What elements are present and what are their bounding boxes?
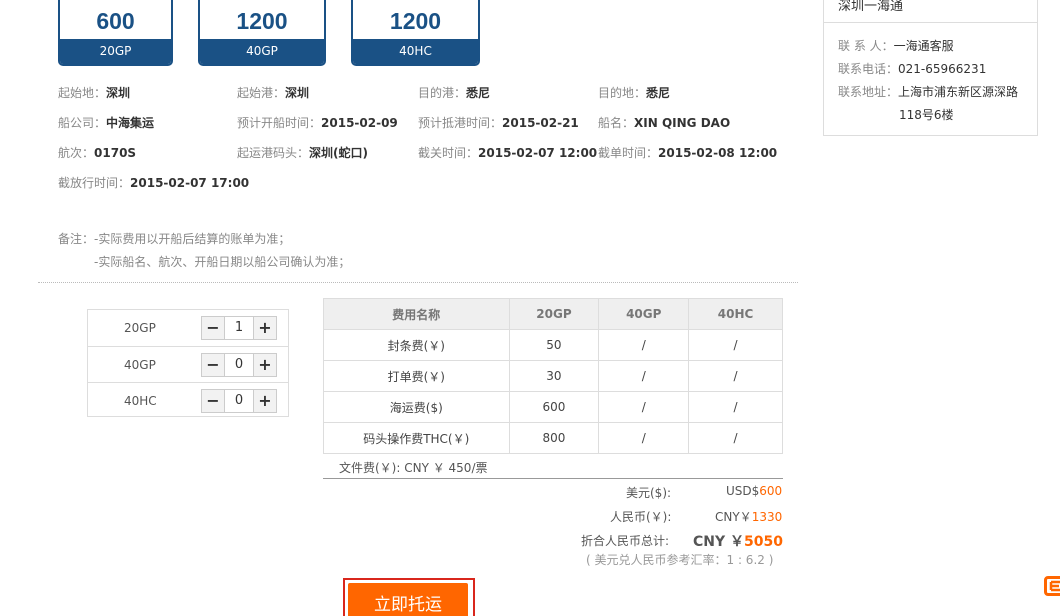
info-si-cutoff: 截单时间：2015-02-08 12:00 bbox=[598, 146, 778, 160]
quantity-row-20gp: 20GP − 1 + bbox=[88, 310, 288, 346]
table-cell: 打单费(￥) bbox=[323, 360, 510, 392]
ship-button-highlight: 立即托运 bbox=[343, 578, 475, 616]
table-cell: 封条费(￥) bbox=[323, 329, 510, 361]
container-type: 20GP bbox=[60, 39, 171, 64]
table-cell: 50 bbox=[508, 329, 600, 361]
info-pod: 目的港：悉尼 bbox=[418, 86, 491, 100]
info-origin: 起始地：深圳 bbox=[58, 86, 131, 100]
quantity-stepper: − 0 + bbox=[201, 389, 277, 413]
quantity-row-40hc: 40HC − 0 + bbox=[88, 382, 288, 418]
table-header-row: 费用名称 20GP 40GP 40HC bbox=[323, 298, 783, 330]
quantity-stepper: − 0 + bbox=[201, 353, 277, 377]
quantity-stepper: − 1 + bbox=[201, 316, 277, 340]
column-header: 40HC bbox=[688, 298, 783, 330]
table-cell: 码头操作费THC(￥) bbox=[323, 422, 510, 454]
info-pol: 起始港：深圳 bbox=[237, 86, 310, 100]
table-cell: / bbox=[598, 422, 690, 454]
contact-title: 深圳一海通 bbox=[824, 0, 1037, 23]
container-type: 40GP bbox=[200, 39, 324, 64]
decrement-button[interactable]: − bbox=[202, 354, 224, 376]
divider bbox=[38, 282, 798, 283]
total-label: 折合人民币总计: bbox=[581, 534, 670, 548]
usd-amount: USD$600 bbox=[726, 484, 783, 498]
info-voyage: 航次：0170S bbox=[58, 146, 137, 160]
contact-address-line2: 118号6楼 bbox=[899, 108, 954, 122]
summary-divider bbox=[323, 478, 783, 479]
table-row: 打单费(￥) 30 / / bbox=[323, 360, 783, 392]
cny-label: 人民币(￥): bbox=[610, 510, 672, 524]
table-cell: / bbox=[688, 329, 783, 361]
increment-button[interactable]: + bbox=[254, 390, 276, 412]
info-release: 截放行时间：2015-02-07 17:00 bbox=[58, 176, 250, 190]
price-card-40hc: 1200 40HC bbox=[351, 0, 480, 66]
info-terminal: 起运港码头：深圳(蛇口) bbox=[237, 146, 368, 160]
info-carrier: 船公司：中海集运 bbox=[58, 116, 155, 130]
table-row: 封条费(￥) 50 / / bbox=[323, 329, 783, 361]
info-etd: 预计开船时间：2015-02-09 bbox=[237, 116, 398, 130]
table-cell: 600 bbox=[508, 391, 600, 423]
table-cell: 800 bbox=[508, 422, 600, 454]
table-cell: 30 bbox=[508, 360, 600, 392]
contact-address: 联系地址：上海市浦东新区源深路 bbox=[838, 85, 1019, 99]
fee-table: 费用名称 20GP 40GP 40HC 封条费(￥) 50 / / 打单费(￥)… bbox=[323, 298, 783, 454]
increment-button[interactable]: + bbox=[254, 354, 276, 376]
table-cell: 海运费($) bbox=[323, 391, 510, 423]
price-value: 1200 bbox=[236, 8, 288, 34]
column-header: 费用名称 bbox=[323, 298, 510, 330]
info-cutoff: 截关时间：2015-02-07 12:00 bbox=[418, 146, 598, 160]
exchange-rate-note: ( 美元兑人民币参考汇率：1 : 6.2 ) bbox=[586, 553, 774, 567]
info-dest: 目的地：悉尼 bbox=[598, 86, 671, 100]
document-fee: 文件费(￥): CNY ￥ 450/票 bbox=[339, 461, 488, 475]
table-cell: / bbox=[688, 391, 783, 423]
quantity-label: 40HC bbox=[124, 394, 157, 408]
note-line-1: 备注：-实际费用以开船后结算的账单为准； bbox=[58, 232, 291, 246]
table-cell: / bbox=[688, 422, 783, 454]
increment-button[interactable]: + bbox=[254, 317, 276, 339]
quantity-row-40gp: 40GP − 0 + bbox=[88, 346, 288, 382]
decrement-button[interactable]: − bbox=[202, 317, 224, 339]
table-row: 海运费($) 600 / / bbox=[323, 391, 783, 423]
container-type: 40HC bbox=[353, 39, 478, 64]
quantity-label: 40GP bbox=[124, 358, 156, 372]
price-card-40gp: 1200 40GP bbox=[198, 0, 326, 66]
quantity-input[interactable]: 0 bbox=[224, 354, 254, 376]
floating-service-icon[interactable] bbox=[1044, 576, 1060, 596]
column-header: 40GP bbox=[598, 298, 690, 330]
quantity-label: 20GP bbox=[124, 321, 156, 335]
column-header: 20GP bbox=[508, 298, 600, 330]
table-cell: / bbox=[688, 360, 783, 392]
table-cell: / bbox=[598, 360, 690, 392]
note-line-2: -实际船名、航次、开船日期以船公司确认为准； bbox=[94, 255, 351, 269]
price-value: 1200 bbox=[389, 8, 442, 34]
cny-amount: CNY￥1330 bbox=[715, 510, 783, 524]
quantity-input[interactable]: 0 bbox=[224, 390, 254, 412]
quantity-input[interactable]: 1 bbox=[224, 317, 254, 339]
usd-label: 美元($): bbox=[626, 486, 672, 500]
contact-phone: 联系电话：021-65966231 bbox=[838, 62, 987, 76]
price-card-20gp: 600 20GP bbox=[58, 0, 173, 66]
total-amount: CNY ￥5050 bbox=[693, 534, 783, 550]
ship-now-button[interactable]: 立即托运 bbox=[348, 583, 468, 616]
price-value: 600 bbox=[96, 8, 135, 34]
contact-panel: 深圳一海通 联 系 人：一海通客服 联系电话：021-65966231 联系地址… bbox=[823, 0, 1038, 136]
table-row: 码头操作费THC(￥) 800 / / bbox=[323, 422, 783, 454]
info-eta: 预计抵港时间：2015-02-21 bbox=[418, 116, 579, 130]
table-cell: / bbox=[598, 329, 690, 361]
container-quantity-panel: 20GP − 1 + 40GP − 0 + 40HC − 0 + bbox=[87, 309, 289, 417]
decrement-button[interactable]: − bbox=[202, 390, 224, 412]
contact-person: 联 系 人：一海通客服 bbox=[838, 39, 954, 53]
info-vessel: 船名：XIN QING DAO bbox=[598, 116, 731, 130]
table-cell: / bbox=[598, 391, 690, 423]
